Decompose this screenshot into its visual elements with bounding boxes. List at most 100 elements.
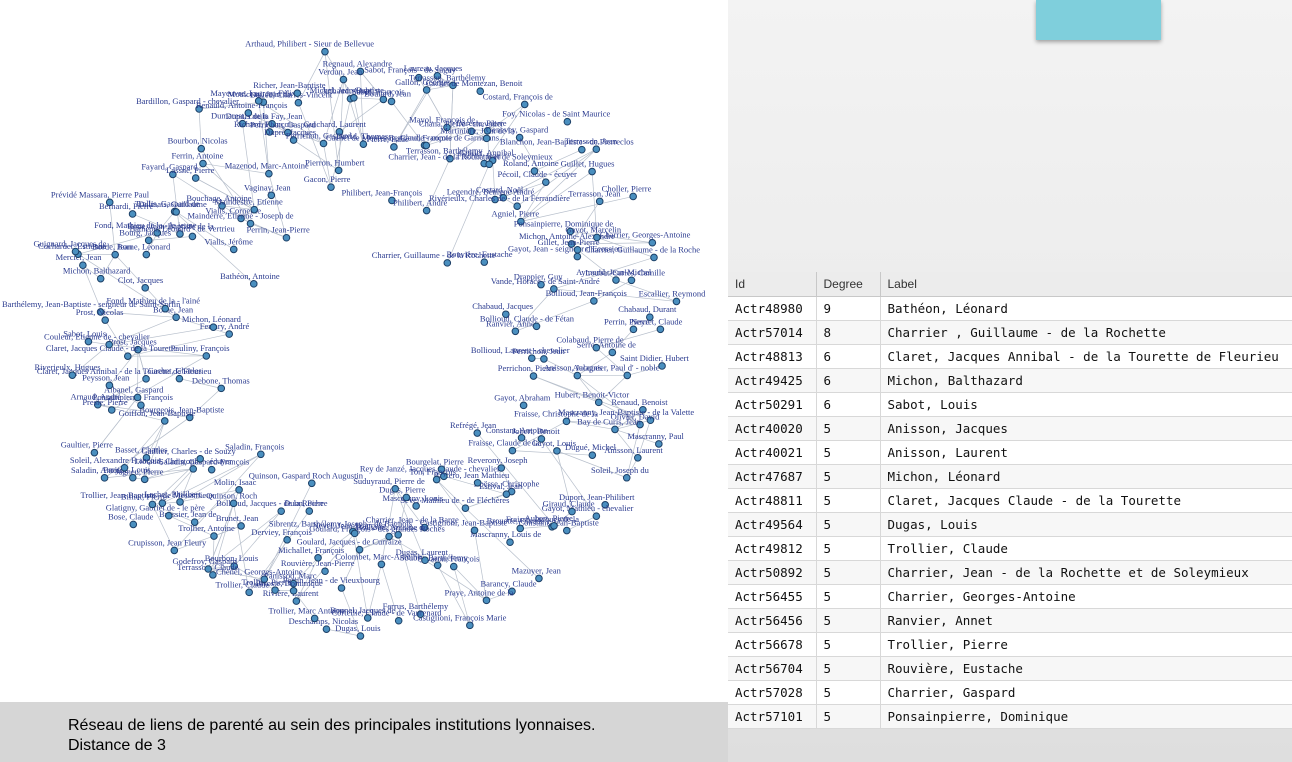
graph-node-dot[interactable] (594, 398, 603, 407)
graph-node-dot[interactable] (578, 145, 586, 154)
graph-node-dot[interactable] (148, 500, 157, 509)
graph-node-dot[interactable] (421, 556, 429, 565)
graph-node-dot[interactable] (129, 473, 137, 482)
graph-node[interactable]: Praye, Antoine de la (444, 587, 514, 605)
graph-node-dot[interactable] (175, 374, 184, 383)
graph-node-dot[interactable] (377, 560, 386, 569)
graph-node-dot[interactable] (511, 327, 520, 336)
graph-node[interactable]: Vialis, Jérôme (204, 236, 253, 254)
graph-node-dot[interactable] (622, 473, 631, 482)
graph-node-dot[interactable] (101, 316, 109, 324)
graph-node[interactable]: Rivérieulx, Charles de - de la Ferrandiè… (429, 193, 570, 210)
graph-node-dot[interactable] (189, 465, 198, 473)
graph-node-dot[interactable] (235, 486, 243, 494)
graph-node[interactable]: Pierron, Humbert (305, 157, 365, 175)
table-row[interactable]: Actr40021 5 Anisson, Laurent (728, 440, 1292, 465)
graph-node[interactable]: Terrasson, Jean (565, 136, 618, 154)
table-row[interactable]: Actr56704 5 Rouvière, Eustache (728, 656, 1292, 681)
graph-node-dot[interactable] (363, 614, 372, 622)
graph-node-dot[interactable] (202, 352, 211, 360)
graph-node-dot[interactable] (199, 159, 207, 168)
graph-node-dot[interactable] (562, 526, 571, 535)
graph-node-dot[interactable] (391, 485, 400, 493)
graph-node-dot[interactable] (529, 372, 538, 380)
graph-node-dot[interactable] (485, 160, 494, 169)
graph-node-dot[interactable] (289, 586, 298, 595)
graph-node-dot[interactable] (322, 625, 331, 633)
graph-node-dot[interactable] (160, 417, 169, 425)
graph-node-dot[interactable] (535, 574, 543, 583)
graph-node-dot[interactable] (229, 245, 238, 254)
graph-node[interactable]: Debone, Thomas (192, 375, 250, 393)
graph-node-dot[interactable] (204, 565, 213, 573)
graph-node-dot[interactable] (473, 429, 482, 437)
graph-node-dot[interactable] (449, 562, 458, 571)
graph-node-dot[interactable] (123, 352, 132, 360)
graph-node[interactable]: Prost, Nicolas (76, 307, 124, 324)
graph-node-dot[interactable] (611, 425, 619, 434)
column-header-label[interactable]: Label (880, 272, 1292, 297)
graph-node-dot[interactable] (432, 475, 441, 484)
graph-node-dot[interactable] (482, 596, 491, 605)
graph-node-dot[interactable] (542, 178, 550, 186)
graph-node[interactable]: Escallier, Reymond (639, 288, 706, 306)
graph-node-dot[interactable] (480, 258, 489, 266)
table-row[interactable]: Actr49564 5 Dugas, Louis (728, 512, 1292, 537)
graph-node-dot[interactable] (305, 507, 314, 515)
graph-node[interactable]: Arthaud, Philibert - Sieur de Bellevue (245, 39, 374, 56)
table-row[interactable]: Actr49812 5 Trollier, Claude (728, 536, 1292, 561)
graph-node-dot[interactable] (265, 169, 273, 178)
graph-node-dot[interactable] (532, 322, 541, 331)
graph-node[interactable]: Borne, Léonard (117, 242, 171, 259)
graph-node-dot[interactable] (390, 143, 398, 151)
graph-node-dot[interactable] (140, 475, 149, 484)
graph-node-dot[interactable] (128, 210, 137, 218)
graph-node-dot[interactable] (172, 313, 180, 322)
graph-node-dot[interactable] (250, 205, 259, 214)
graph-node-dot[interactable] (402, 493, 411, 502)
graph-node-dot[interactable] (164, 511, 173, 520)
graph-node-dot[interactable] (443, 259, 452, 267)
graph-node-dot[interactable] (207, 465, 216, 474)
graph-node[interactable]: Perrichon, Pierre (498, 363, 556, 380)
graph-node[interactable]: Perrin, Jean-Pierre (247, 225, 310, 242)
graph-node-dot[interactable] (517, 434, 526, 442)
graph-node-dot[interactable] (209, 323, 218, 331)
graph-node-dot[interactable] (105, 340, 113, 349)
table-row[interactable]: Actr57028 5 Charrier, Gaspard (728, 680, 1292, 705)
graph-node-dot[interactable] (217, 384, 226, 393)
graph-node[interactable]: Trollier, Claude (216, 579, 270, 597)
graph-node-dot[interactable] (461, 504, 470, 512)
column-header-degree[interactable]: Degree (816, 272, 881, 297)
graph-node-dot[interactable] (245, 588, 253, 597)
graph-node-dot[interactable] (573, 371, 582, 380)
graph-node[interactable]: Costard, François de (483, 91, 553, 109)
graph-node-dot[interactable] (592, 343, 601, 352)
graph-node-dot[interactable] (562, 417, 571, 426)
graph-node-dot[interactable] (482, 134, 491, 143)
graph-node-dot[interactable] (71, 247, 80, 256)
graph-node-dot[interactable] (327, 183, 335, 191)
graph-node-dot[interactable] (650, 253, 658, 262)
graph-node-dot[interactable] (191, 174, 200, 182)
table-row[interactable]: Actr57101 5 Ponsainpierre, Dominique (728, 704, 1292, 729)
graph-node[interactable]: Clot, Jacques (118, 275, 163, 292)
graph-node-dot[interactable] (612, 276, 620, 284)
graph-node-dot[interactable] (237, 522, 245, 530)
column-header-id[interactable]: Id (728, 272, 817, 297)
graph-node[interactable]: Rouvière, Eustache (446, 249, 513, 266)
graph-node[interactable]: Mazenod, Marc-Antoine (225, 161, 309, 178)
graph-node-dot[interactable] (588, 167, 596, 176)
graph-node[interactable]: Foy, Nicolas - de Saint Maurice (502, 109, 611, 126)
graph-node-dot[interactable] (629, 325, 638, 334)
graph-node-dot[interactable] (267, 191, 276, 200)
graph-node-dot[interactable] (550, 522, 558, 530)
graph-node-dot[interactable] (120, 463, 129, 472)
graph-node-dot[interactable] (307, 479, 316, 488)
graph-node-dot[interactable] (314, 553, 322, 562)
table-row[interactable]: Actr48813 6 Claret, Jacques Annibal - de l… (728, 344, 1292, 369)
graph-node-dot[interactable] (334, 166, 343, 175)
graph-node-dot[interactable] (350, 529, 359, 538)
graph-node[interactable]: Crupisson, Jean Fleury (128, 537, 207, 555)
graph-node-dot[interactable] (190, 518, 199, 526)
